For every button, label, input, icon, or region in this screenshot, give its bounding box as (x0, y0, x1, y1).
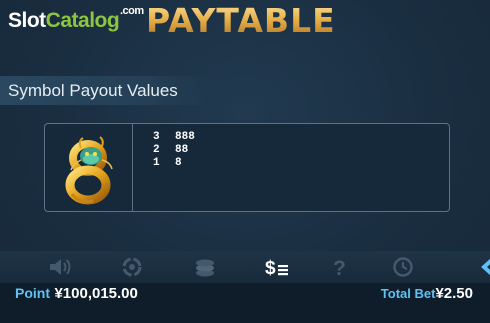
help-icon: ? (333, 257, 346, 279)
payout-count: 2 (153, 144, 160, 156)
section-header: Symbol Payout Values (0, 76, 215, 105)
coins-icon (196, 259, 214, 277)
total-bet-value: ¥2.50 (435, 285, 473, 302)
payout-row: 2 88 (153, 144, 195, 157)
payout-list: 3 888 2 88 18 (153, 131, 195, 170)
symbol-cell (45, 124, 133, 211)
payout-value: 888 (175, 131, 195, 143)
svg-text:$: $ (265, 258, 276, 279)
page-title: PAYTABLE (146, 1, 336, 40)
dragon-eight-icon (65, 136, 113, 205)
slotcatalog-logo: SlotCatalog .com (8, 5, 144, 33)
payout-row: 18 (153, 157, 195, 170)
bottom-toolbar: $ ? (0, 251, 490, 283)
point-label: Point (15, 285, 50, 301)
autoplay-button[interactable] (118, 254, 146, 280)
paytable-icon: $ (265, 258, 288, 279)
history-button[interactable] (389, 254, 417, 280)
section-label: Symbol Payout Values (8, 81, 178, 100)
sound-button[interactable] (46, 254, 74, 280)
paytable-screen: SlotCatalog .com PAYTABLE Symbol Payout … (0, 0, 490, 323)
svg-text:?: ? (333, 257, 346, 279)
payout-count: 3 (153, 131, 160, 143)
arrow-icon (481, 258, 490, 276)
point-display: Point ¥100,015.00 (15, 285, 138, 303)
help-button[interactable]: ? (326, 254, 354, 280)
next-button[interactable] (474, 254, 490, 280)
total-bet-label: Total Bet (380, 286, 436, 301)
coins-button[interactable] (191, 254, 219, 280)
header: SlotCatalog .com PAYTABLE (0, 0, 490, 48)
payout-value: 88 (175, 144, 189, 156)
history-icon (393, 257, 413, 277)
total-bet-display: Total Bet¥2.50 (381, 285, 473, 303)
payout-count: 1 (153, 157, 160, 169)
payout-value: 8 (175, 157, 182, 169)
autoplay-icon (122, 257, 142, 277)
symbol-payout-box: 3 888 2 88 18 (44, 123, 450, 212)
paytable-button[interactable]: $ (263, 254, 291, 280)
logo-catalog-text: Catalog (45, 9, 120, 32)
sound-icon (50, 259, 71, 275)
logo-slot-text: Slot (8, 9, 46, 32)
point-value: ¥100,015.00 (54, 285, 138, 302)
logo-com-text: .com (120, 5, 144, 17)
payout-row: 3 888 (153, 131, 195, 144)
status-bar: Point ¥100,015.00 Total Bet¥2.50 (0, 283, 490, 323)
